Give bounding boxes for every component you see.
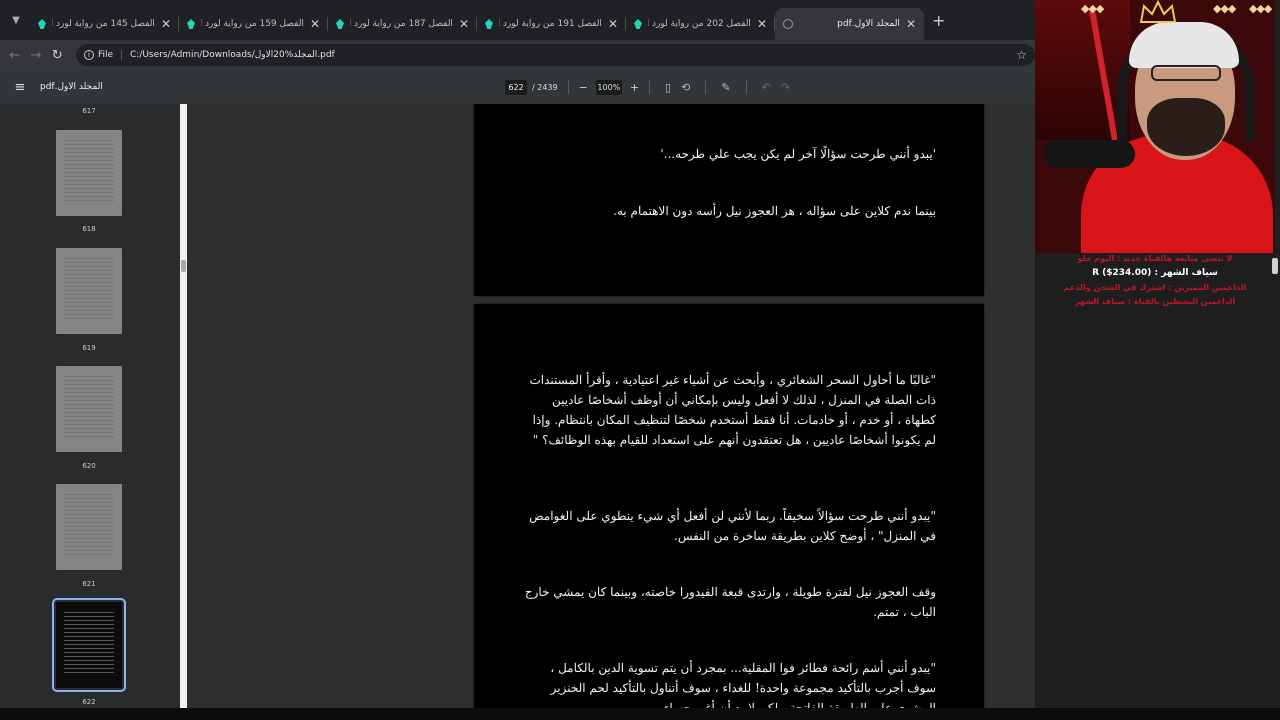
thumbnail-label: 619 <box>82 344 96 352</box>
close-tab-icon[interactable]: ✕ <box>459 17 469 31</box>
tab-chapter-159[interactable]: الفصل 159 من رواية لورد الغوا... ✕ <box>179 8 328 40</box>
tab-title: الفصل 187 من رواية لورد الغوا... <box>350 19 453 29</box>
frame-ornament-icon: ◆◆◆ <box>1249 2 1272 15</box>
page-thumbnail[interactable] <box>56 366 122 452</box>
page-number-input[interactable]: 622 <box>505 79 527 95</box>
close-tab-icon[interactable]: ✕ <box>608 17 618 31</box>
back-arrow-icon[interactable]: ← <box>4 48 25 63</box>
close-tab-icon[interactable]: ✕ <box>310 17 320 31</box>
tab-chapter-202[interactable]: الفصل 202 من رواية لورد الغوا... ✕ <box>626 8 775 40</box>
tab-favicon-icon <box>634 19 642 29</box>
zoom-out-icon[interactable]: − <box>579 81 588 94</box>
thumbnail-label: 618 <box>82 225 96 233</box>
background-decor <box>1035 0 1130 140</box>
tab-title: الفصل 159 من رواية لورد الغوا... <box>201 19 304 29</box>
paragraph: وقف العجوز نيل لفترة طويلة ، وارتدى قبعة… <box>524 585 936 619</box>
page-thumbnail[interactable] <box>56 248 122 334</box>
close-tab-icon[interactable]: ✕ <box>906 17 916 31</box>
omnibox[interactable]: i File C:/Users/Admin/Downloads/المجلد%20… <box>75 44 1036 66</box>
address-bar: ← → ↻ i File C:/Users/Admin/Downloads/الم… <box>0 40 1036 70</box>
info-icon: i <box>83 50 94 60</box>
pdf-page-current: "غالبًا ما أحاول السحر الشعائري ، وأبحث … <box>474 304 984 708</box>
document-viewer[interactable]: 'يبدو أنني طرحت سؤالًا آخر لم يكن يجب عل… <box>188 104 1035 708</box>
document-title: المجلد الاول.pdf <box>40 82 103 92</box>
site-info-chip[interactable]: i File <box>83 50 122 60</box>
page-thumbnail-current[interactable] <box>52 598 126 692</box>
thumbnail-label: 620 <box>82 462 96 470</box>
paragraph: "يبدو أنني طرحت سؤالاً سخيفاً. ربما لأنن… <box>529 509 936 543</box>
paragraph: 'يبدو أنني طرحت سؤالًا آخر لم يكن يجب عل… <box>660 147 936 161</box>
crown-icon <box>1139 0 1177 23</box>
divider <box>745 80 747 94</box>
redo-icon[interactable]: ↷ <box>781 81 790 94</box>
undo-icon[interactable]: ↶ <box>762 81 771 94</box>
bottom-bar <box>0 708 1280 720</box>
tab-title: الفصل 191 من رواية لورد الغوا... <box>499 19 602 29</box>
overlay-ticker: الداعمين النشطين بالقناة : سياف الشهر <box>1074 297 1236 306</box>
menu-hamburger-icon[interactable]: ≡ <box>0 80 40 95</box>
overlay-ticker: الداعمين المميزين : اشترك في الشحن والدع… <box>1063 283 1247 292</box>
zoom-input[interactable]: 100% <box>595 79 622 95</box>
divider <box>705 80 707 94</box>
total-pages: / 2439 <box>532 82 558 92</box>
streamer-beard <box>1147 98 1225 156</box>
streamer-cap <box>1129 22 1239 68</box>
annotate-icon[interactable]: ✎ <box>721 81 730 94</box>
overlay-ticker: لا تنسى متابعة هالقناة جديد : اليوم حلو <box>1077 254 1233 263</box>
sidebar-scrollbar[interactable] <box>180 104 187 708</box>
frame-ornament-icon: ◆◆◆ <box>1081 2 1104 15</box>
scrollbar-thumb[interactable] <box>1272 258 1278 274</box>
tab-chapter-187[interactable]: الفصل 187 من رواية لورد الغوا... ✕ <box>328 8 477 40</box>
frame-ornament-icon: ◆◆◆ <box>1213 2 1236 15</box>
paragraph: "يبدو أنني أشم رائحة فطائر فوا المقلية..… <box>550 661 936 708</box>
zoom-in-icon[interactable]: + <box>630 81 639 94</box>
forward-arrow-icon[interactable]: → <box>25 48 46 63</box>
tab-chapter-191[interactable]: الفصل 191 من رواية لورد الغوا... ✕ <box>477 8 626 40</box>
divider <box>649 80 651 94</box>
new-tab-plus-icon[interactable]: + <box>932 11 945 30</box>
page-controls: 622 / 2439 − 100% + ▯ ⟲ ✎ ↶ ↷ <box>505 70 795 104</box>
page-thumbnail[interactable] <box>56 130 122 216</box>
pdf-page-previous: 'يبدو أنني طرحت سؤالًا آخر لم يكن يجب عل… <box>474 104 984 296</box>
page-thumbnail[interactable] <box>56 484 122 570</box>
fit-page-icon[interactable]: ▯ <box>665 81 671 94</box>
thumbnail-label: 622 <box>82 698 96 706</box>
close-tab-icon[interactable]: ✕ <box>757 17 767 31</box>
microphone <box>1043 140 1135 168</box>
scrollbar-thumb[interactable] <box>181 260 186 272</box>
tab-chapter-145[interactable]: الفصل 145 من رواية لورد الغوا... ✕ <box>30 8 179 40</box>
tab-title: المجلد الاول.pdf <box>837 19 900 29</box>
screen: ▼ الفصل 145 من رواية لورد الغوا... ✕ الفص… <box>0 0 1280 720</box>
tab-title: الفصل 202 من رواية لورد الغوا... <box>648 19 751 29</box>
url-text[interactable]: C:/Users/Admin/Downloads/المجلد%20الاول.… <box>130 50 1016 60</box>
top-donor: سياف الشهر : R ($234.00) <box>1092 268 1218 278</box>
close-tab-icon[interactable]: ✕ <box>161 17 171 31</box>
stream-overlay: ◆◆◆ ◆◆◆ ◆◆◆ لا تنسى متابعة هالقناة جديد … <box>1035 0 1280 708</box>
rotate-icon[interactable]: ⟲ <box>681 81 690 94</box>
paragraph: بينما ندم كلاين على سؤاله ، هز العجوز ني… <box>613 204 936 218</box>
pdf-toolbar: ≡ المجلد الاول.pdf 622 / 2439 − 100% + ▯… <box>0 70 1035 104</box>
tab-search-chevron-icon[interactable]: ▼ <box>2 6 30 34</box>
tab-strip: ▼ الفصل 145 من رواية لورد الغوا... ✕ الفص… <box>0 0 1035 40</box>
streamer-glasses <box>1151 65 1221 81</box>
scheme-label: File <box>97 50 113 60</box>
reload-icon[interactable]: ↻ <box>47 48 68 63</box>
globe-icon <box>783 19 793 29</box>
tab-title: الفصل 145 من رواية لورد الغوا... <box>52 19 155 29</box>
divider <box>567 80 569 94</box>
tab-favicon-icon <box>485 19 493 29</box>
tab-favicon-icon <box>336 19 344 29</box>
tab-pdf-volume-1[interactable]: المجلد الاول.pdf ✕ <box>775 8 924 40</box>
paragraph: "غالبًا ما أحاول السحر الشعائري ، وأبحث … <box>529 373 936 447</box>
thumbnail-sidebar: 617 618 619 620 621 622 <box>0 104 188 708</box>
tab-favicon-icon <box>38 19 46 29</box>
thumbnail-label: 617 <box>82 107 96 115</box>
tab-favicon-icon <box>187 19 195 29</box>
webcam-feed: ◆◆◆ ◆◆◆ ◆◆◆ <box>1035 0 1275 253</box>
thumbnail-label: 621 <box>82 580 96 588</box>
bookmark-star-icon[interactable]: ☆ <box>1016 48 1027 62</box>
